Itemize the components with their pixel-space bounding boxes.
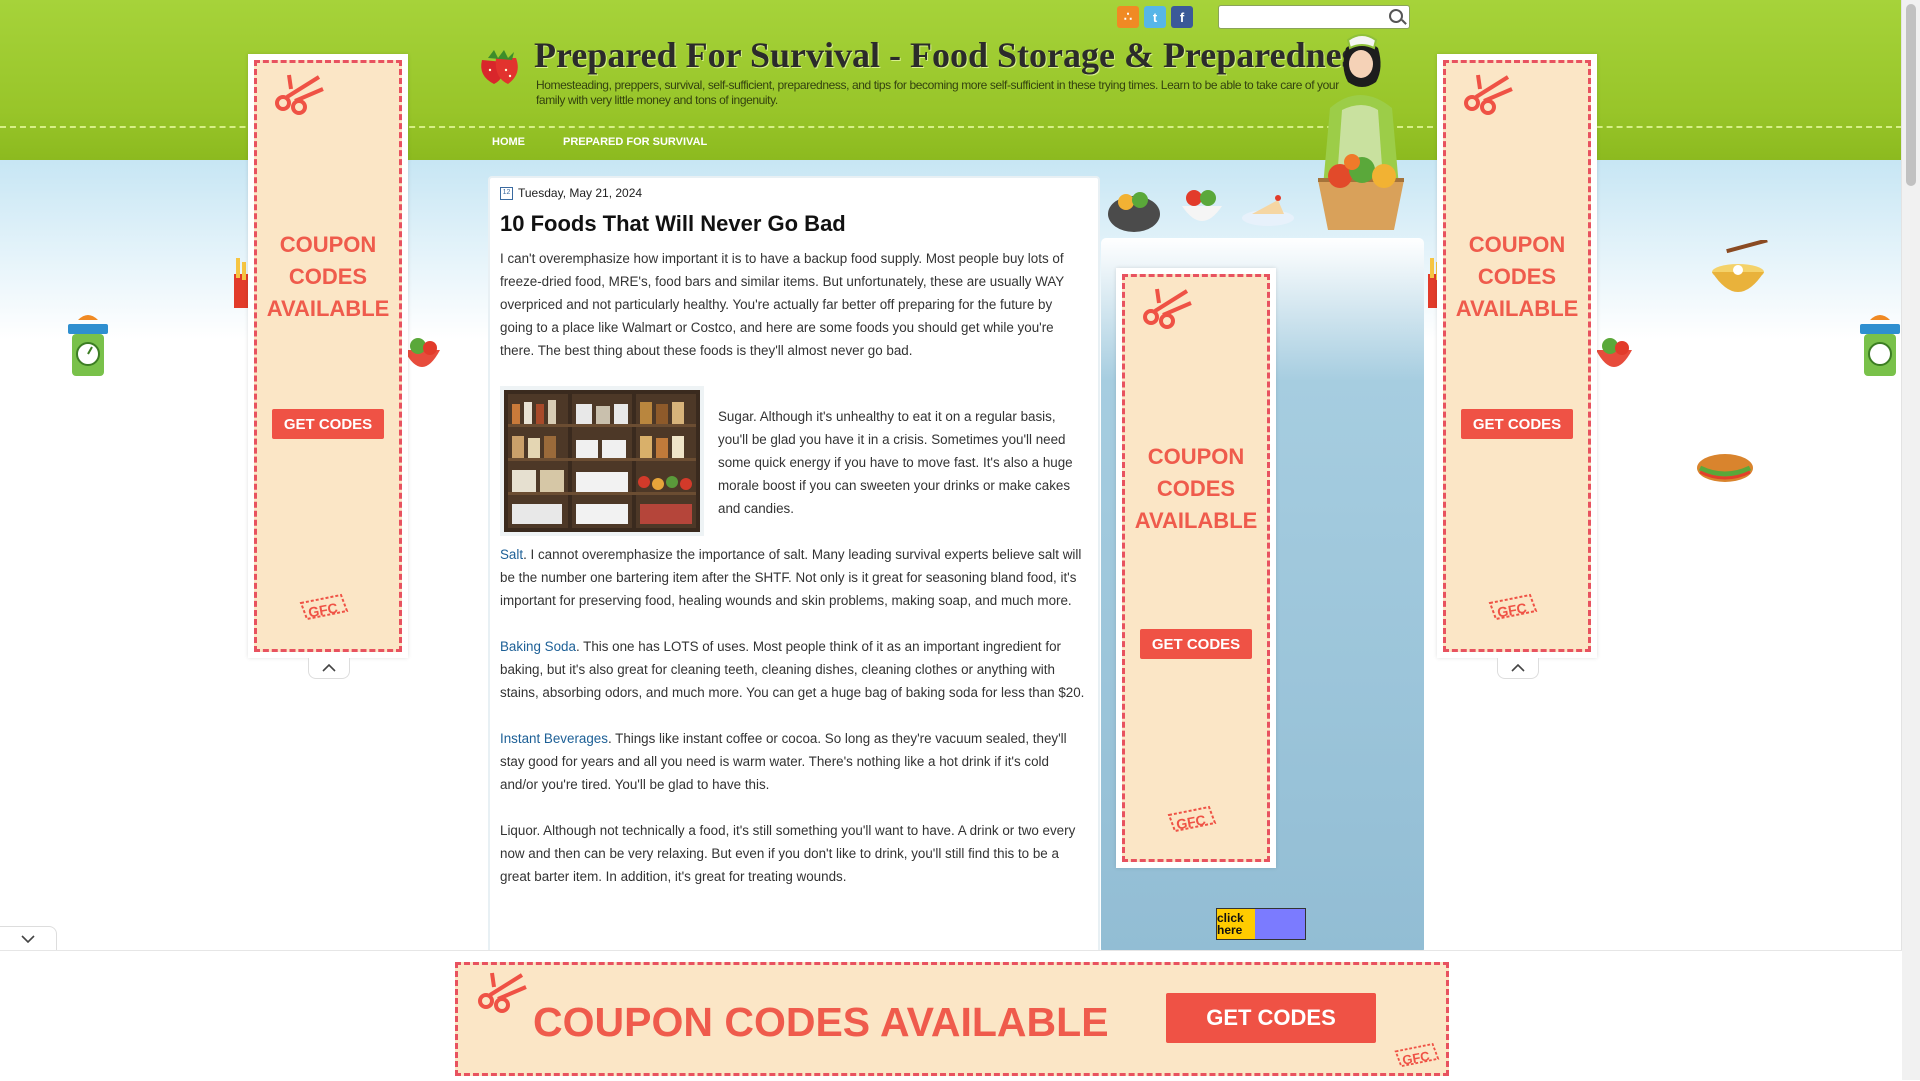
scissors-icon xyxy=(275,74,324,115)
coupon-line-1: COUPON xyxy=(279,232,377,257)
pantry-shelves-image[interactable] xyxy=(500,386,704,536)
ad-panel: COUPON CODES AVAILABLE GET CODES GFC xyxy=(254,60,402,652)
scissors-icon xyxy=(478,972,527,1013)
food-dishes-illustration xyxy=(1108,190,1294,232)
post-body: I can't overemphasize how important it i… xyxy=(500,247,1088,911)
left-ad-collapse-tab[interactable] xyxy=(308,658,350,679)
post-title[interactable]: 10 Foods That Will Never Go Bad xyxy=(500,211,846,237)
sugar-text: Sugar. Although it's unhealthy to eat it… xyxy=(718,409,1073,516)
coupon-line-1: COUPON xyxy=(1468,232,1566,257)
click-here-label: click here xyxy=(1217,909,1255,939)
coupon-line-2: CODES xyxy=(1477,264,1557,289)
post-date-text: Tuesday, May 21, 2024 xyxy=(518,186,643,200)
page-scrollbar[interactable] xyxy=(1901,0,1920,1080)
site-title[interactable]: Prepared For Survival - Food Storage & P… xyxy=(534,34,1370,76)
facebook-icon[interactable]: f xyxy=(1171,6,1193,28)
baking-soda-text: . This one has LOTS of uses. Most people… xyxy=(500,639,1085,700)
twitter-icon[interactable]: t xyxy=(1144,6,1166,28)
search-icon[interactable] xyxy=(1389,9,1403,23)
bottom-ad-collapse-tab[interactable] xyxy=(0,926,57,951)
salad-bowl-icon xyxy=(1596,338,1632,367)
post-intro: I can't overemphasize how important it i… xyxy=(500,251,1064,358)
coupon-line-2: CODES xyxy=(1156,476,1236,501)
right-coupon-ad[interactable]: COUPON CODES AVAILABLE GET CODES GFC xyxy=(1437,54,1597,658)
gfc-logo-icon: GFC xyxy=(299,593,349,621)
calendar-icon: 12 xyxy=(500,186,513,200)
banner-coupon-text: COUPON CODES AVAILABLE xyxy=(533,999,1109,1045)
post-liquor: Liquor. Although not technically a food,… xyxy=(500,823,1076,884)
scissors-icon xyxy=(1143,288,1192,329)
coupon-line-2: CODES xyxy=(288,264,368,289)
ad-panel: COUPON CODES AVAILABLE GET CODES GFC xyxy=(1122,274,1270,862)
scrollbar-thumb[interactable] xyxy=(1906,4,1916,186)
rss-icon[interactable]: ∴ xyxy=(1117,6,1139,28)
search-input[interactable] xyxy=(1223,6,1387,28)
chef-woman-illustration xyxy=(1318,34,1404,230)
get-codes-button[interactable]: GET CODES xyxy=(272,409,384,439)
sidebar-coupon-ad[interactable]: COUPON CODES AVAILABLE GET CODES GFC xyxy=(1116,268,1276,868)
click-here-banner[interactable]: click here xyxy=(1216,908,1306,940)
kitchen-scale-icon xyxy=(1860,315,1900,376)
salt-link[interactable]: Salt xyxy=(500,547,523,562)
coupon-line-3: AVAILABLE xyxy=(1134,508,1258,533)
coupon-codes-text: COUPON CODES AVAILABLE xyxy=(1446,229,1588,325)
main-nav: HOME PREPARED FOR SURVIVAL xyxy=(492,136,707,148)
gfc-logo-icon: GFC xyxy=(1488,593,1538,621)
instant-beverages-link[interactable]: Instant Beverages xyxy=(500,731,608,746)
chevron-down-icon xyxy=(21,935,35,943)
banner-get-codes-button[interactable]: GET CODES xyxy=(1166,993,1376,1043)
coupon-line-1: COUPON xyxy=(1147,444,1245,469)
left-coupon-ad[interactable]: COUPON CODES AVAILABLE GET CODES GFC xyxy=(248,54,408,658)
post-salt: Salt. I cannot overemphasize the importa… xyxy=(500,543,1088,612)
chevron-up-icon xyxy=(1511,664,1525,672)
gfc-text: GFC xyxy=(307,600,339,621)
gfc-text: GFC xyxy=(1401,1048,1430,1068)
coupon-codes-text: COUPON CODES AVAILABLE xyxy=(257,229,399,325)
blog-post: 12 Tuesday, May 21, 2024 10 Foods That W… xyxy=(488,176,1100,960)
gfc-logo-icon: GFC xyxy=(1167,805,1217,833)
social-icons: ∴ t f xyxy=(1117,6,1193,28)
post-baking-soda: Baking Soda. This one has LOTS of uses. … xyxy=(500,635,1088,704)
coupon-codes-text: COUPON CODES AVAILABLE xyxy=(1125,441,1267,537)
site-description: Homesteading, preppers, survival, self-s… xyxy=(536,78,1339,107)
scissors-icon xyxy=(1464,74,1513,115)
noodle-bowl-icon xyxy=(1712,240,1768,292)
sandwich-icon xyxy=(1697,454,1753,482)
bottom-coupon-banner[interactable]: COUPON CODES AVAILABLE GET CODES GFC xyxy=(455,962,1449,1076)
get-codes-button[interactable]: GET CODES xyxy=(1140,629,1252,659)
coupon-line-3: AVAILABLE xyxy=(1455,296,1579,321)
coupon-line-3: AVAILABLE xyxy=(266,296,390,321)
gfc-text: GFC xyxy=(1496,600,1528,621)
get-codes-button[interactable]: GET CODES xyxy=(1461,409,1573,439)
search-box xyxy=(1218,5,1410,29)
salad-bowl-icon xyxy=(404,338,440,367)
gfc-text: GFC xyxy=(1175,812,1207,833)
salt-text: . I cannot overemphasize the importance … xyxy=(500,547,1082,608)
right-ad-collapse-tab[interactable] xyxy=(1497,658,1539,679)
nav-item-prepared-for-survival[interactable]: PREPARED FOR SURVIVAL xyxy=(563,136,707,148)
ad-panel: COUPON CODES AVAILABLE GET CODES GFC xyxy=(1443,60,1591,652)
post-instant-beverages: Instant Beverages. Things like instant c… xyxy=(500,727,1088,796)
baking-soda-link[interactable]: Baking Soda xyxy=(500,639,576,654)
kitchen-scale-icon xyxy=(68,315,108,376)
gfc-logo-icon: GFC xyxy=(1394,1042,1440,1068)
strawberry-icon xyxy=(481,50,518,84)
nav-item-home[interactable]: HOME xyxy=(492,136,525,148)
post-date: 12 Tuesday, May 21, 2024 xyxy=(500,186,642,200)
chevron-up-icon xyxy=(322,664,336,672)
